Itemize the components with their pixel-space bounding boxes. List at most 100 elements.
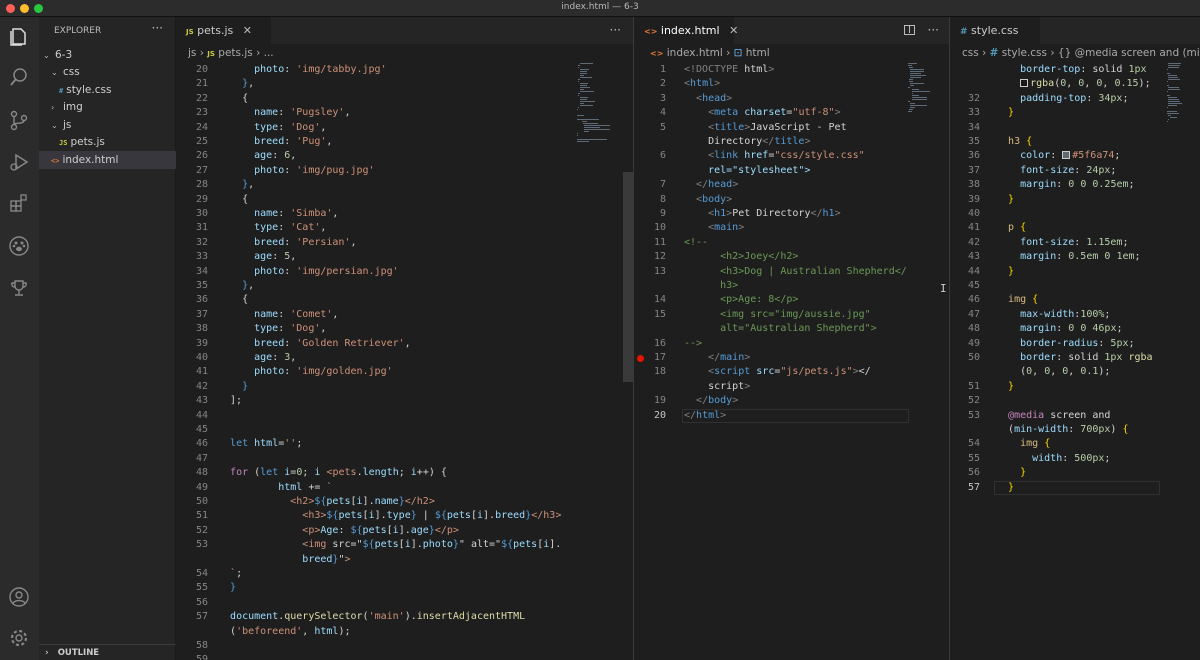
breadcrumb-folder[interactable]: css <box>962 47 979 59</box>
folder-css[interactable]: ⌄ css <box>39 63 176 81</box>
line-number: 21 <box>195 78 208 90</box>
line-number: 23 <box>195 107 208 119</box>
code-line: <h2>Joey</h2> <box>684 251 799 263</box>
line-number: 50 <box>195 496 208 507</box>
breadcrumb-file[interactable]: style.css <box>1002 47 1047 59</box>
files-icon[interactable] <box>8 25 30 47</box>
scrollbar-thumb[interactable] <box>623 172 633 382</box>
code-line: } <box>1008 380 1015 392</box>
file-index-html[interactable]: <> index.html <box>39 151 176 169</box>
account-icon[interactable] <box>8 586 30 608</box>
breadcrumb-symbol[interactable]: {} @media screen and (min-width: 700px) <box>1058 47 1200 59</box>
minimap[interactable] <box>576 63 611 153</box>
minimap-line <box>909 81 913 82</box>
editor-pane-html: <> index.html ✕ ··· <> index.html › ⊡ ht… <box>634 17 950 660</box>
tab-pets-js[interactable]: JS pets.js ✕ <box>176 17 271 44</box>
code-line: <h3>${pets[i].type} | ${pets[i].breed}</… <box>302 510 562 522</box>
paw-icon[interactable] <box>8 235 30 257</box>
line-number: 19 <box>653 395 666 407</box>
trophy-icon[interactable] <box>8 277 30 299</box>
file-pets-js[interactable]: JS pets.js <box>39 133 176 151</box>
breadcrumb-file[interactable]: index.html <box>667 47 723 59</box>
chevron-right-icon: › <box>726 47 734 59</box>
code-area-html[interactable]: 1 <!DOCTYPE html> 2 <html> 3 <head> 4 <meta c… <box>634 63 949 660</box>
line-number: 35 <box>195 280 208 291</box>
minimap-line <box>1167 95 1171 96</box>
color-swatch[interactable] <box>1020 79 1029 88</box>
line-number: 47 <box>967 308 980 320</box>
minimap-line <box>579 83 588 84</box>
minimap-line <box>577 119 599 120</box>
folder-img[interactable]: › img <box>39 98 176 116</box>
breakpoint-icon[interactable] <box>637 355 644 362</box>
breadcrumb-folder[interactable]: js <box>188 47 196 59</box>
minimap[interactable] <box>1166 63 1200 153</box>
code-line: type: 'Dog', <box>254 121 327 133</box>
close-icon[interactable]: ✕ <box>729 24 738 37</box>
breadcrumb-symbol[interactable]: html <box>746 47 770 59</box>
file-style-css[interactable]: # style.css <box>39 81 176 99</box>
tab-index-html[interactable]: <> index.html ✕ <box>634 17 738 44</box>
code-line: <script src="js/pets.js"></ <box>708 366 871 378</box>
source-control-icon[interactable] <box>8 109 30 131</box>
minimap-line <box>910 69 924 70</box>
explorer-sidebar: EXPLORER ··· ⌄ 6-3 ⌄ css # style.css › img ⌄… <box>39 17 176 660</box>
editor-more-actions[interactable]: ··· <box>610 23 621 37</box>
minimap-line <box>1167 81 1168 82</box>
tab-style-css[interactable]: # style.css <box>950 17 1040 44</box>
code-line: <p>Age: 8</p> <box>684 294 799 306</box>
code-line: </body> <box>696 395 739 407</box>
code-line: html += ` <box>278 481 333 493</box>
tab-label: style.css <box>971 24 1019 37</box>
code-line: <head> <box>696 92 733 104</box>
folder-6-3[interactable]: ⌄ 6-3 <box>39 46 176 64</box>
line-number: 45 <box>967 280 980 291</box>
minimap-line <box>909 79 914 80</box>
breadcrumb-file[interactable]: pets.js <box>218 47 252 59</box>
breadcrumb: js › JS pets.js › ... <box>176 44 633 63</box>
code-line: padding-top: 34px; <box>1020 92 1129 104</box>
line-number: 50 <box>967 352 980 363</box>
split-editor-icon[interactable] <box>904 25 915 35</box>
minimap-line <box>910 73 921 74</box>
current-line-highlight <box>994 480 1160 495</box>
color-swatch[interactable] <box>1062 151 1071 160</box>
code-line: <meta charset="utf-8"> <box>708 107 841 119</box>
minimap-line <box>1168 97 1178 98</box>
minimap-line <box>910 103 915 104</box>
line-number <box>176 553 208 567</box>
close-icon[interactable]: ✕ <box>243 24 252 37</box>
minimap-line <box>583 123 598 124</box>
code-line: ]; <box>218 395 243 407</box>
folder-js[interactable]: ⌄ js <box>39 116 176 134</box>
minimap-line <box>911 89 920 90</box>
line-number: 49 <box>195 481 208 493</box>
minimap[interactable] <box>908 63 942 153</box>
line-number: 27 <box>195 164 208 176</box>
line-number: 54 <box>195 568 208 579</box>
explorer-more-actions[interactable]: ··· <box>152 21 163 35</box>
line-number <box>950 423 980 437</box>
line-number: 47 <box>195 452 208 464</box>
search-icon[interactable] <box>8 66 30 88</box>
extensions-icon[interactable] <box>8 192 30 214</box>
editor-more-actions[interactable]: ··· <box>928 23 939 37</box>
line-number: 39 <box>967 193 980 205</box>
run-debug-icon[interactable] <box>8 151 30 173</box>
code-area-js[interactable]: 20 photo: 'img/tabby.jpg' 21 }, 22 {23 nam… <box>176 63 633 660</box>
minimap-line <box>1168 119 1169 120</box>
code-line: margin: 0.5em 0 1em; <box>1020 251 1141 263</box>
code-area-css[interactable]: border-top: solid 1px rgba(0, 0, 0, 0.15… <box>950 63 1200 660</box>
line-number: 40 <box>967 208 980 219</box>
settings-gear-icon[interactable] <box>8 627 30 649</box>
line-number: 54 <box>967 438 980 450</box>
line-number: 14 <box>653 294 666 306</box>
minimap-line <box>1168 79 1180 80</box>
line-number: 44 <box>967 265 980 277</box>
minimap-line <box>578 107 579 108</box>
code-line: { <box>218 294 249 306</box>
breadcrumb-symbol[interactable]: ... <box>264 47 274 59</box>
code-line: age: 6, <box>254 150 297 162</box>
outline-section-header[interactable]: › OUTLINE <box>39 644 176 660</box>
js-file-icon: JS <box>59 139 68 147</box>
